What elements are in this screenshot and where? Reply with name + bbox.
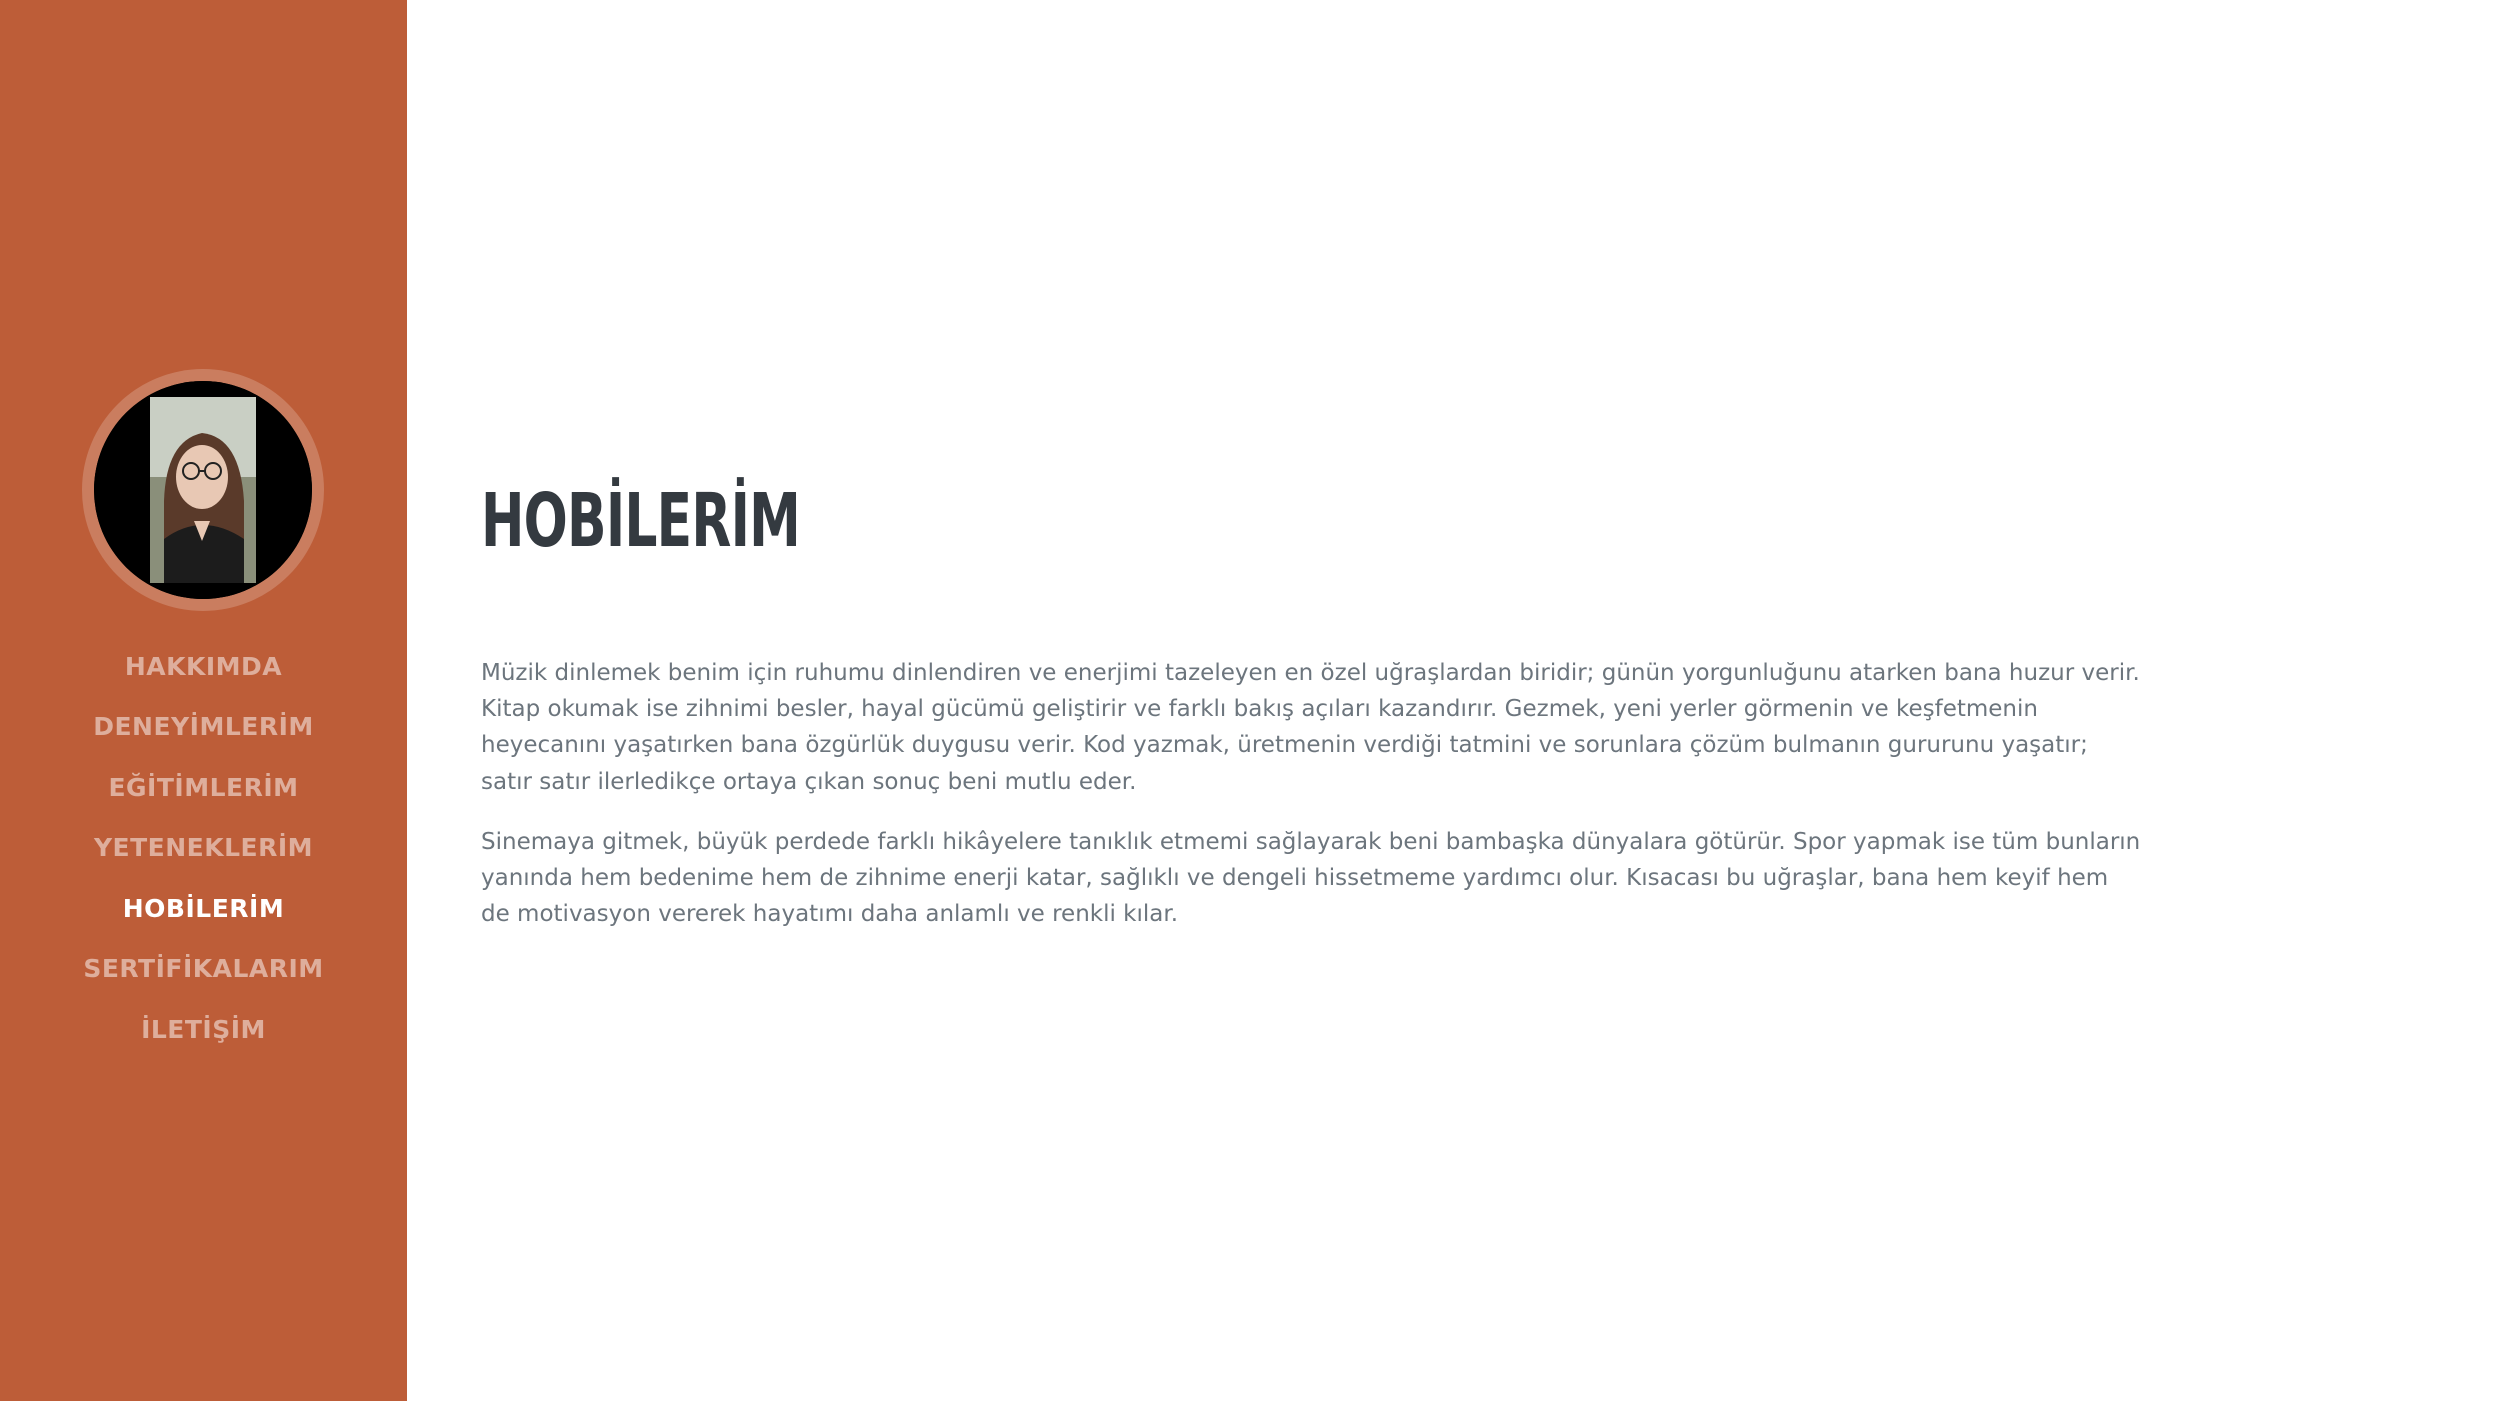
nav-link-hobilerim[interactable]: HOBİLERİM [123,894,284,923]
paragraph: Sinemaya gitmek, büyük perdede farklı hi… [481,829,2141,928]
nav-link-deneyimlerim[interactable]: DENEYİMLERİM [93,712,314,741]
nav-link-iletisim[interactable]: İLETİŞİM [141,1015,266,1044]
nav-item-deneyimlerim: DENEYİMLERİM [0,697,407,758]
nav-item-yeteneklerim: YETENEKLERİM [0,818,407,879]
avatar-ring [82,369,324,611]
nav-item-hakkimda: HAKKIMDA [0,636,407,697]
paragraph: Müzik dinlemek benim için ruhumu dinlend… [481,660,2140,795]
nav-menu: HAKKIMDA DENEYİMLERİM EĞİTİMLERİM YETENE… [0,636,407,1060]
nav-item-iletisim: İLETİŞİM [0,999,407,1060]
nav-link-egitimlerim[interactable]: EĞİTİMLERİM [108,773,298,802]
page-title: HOBİLERİM [481,478,801,564]
nav-link-yeteneklerim[interactable]: YETENEKLERİM [94,833,313,862]
nav-link-hakkimda[interactable]: HAKKIMDA [125,652,282,681]
nav-item-egitimlerim: EĞİTİMLERİM [0,757,407,818]
sidebar: HAKKIMDA DENEYİMLERİM EĞİTİMLERİM YETENE… [0,0,407,1401]
avatar[interactable] [94,381,312,599]
nav-link-sertifikalarim[interactable]: SERTİFİKALARIM [83,954,323,983]
avatar-photo [94,381,312,599]
nav-item-hobilerim: HOBİLERİM [0,878,407,939]
nav-item-sertifikalarim: SERTİFİKALARIM [0,939,407,1000]
